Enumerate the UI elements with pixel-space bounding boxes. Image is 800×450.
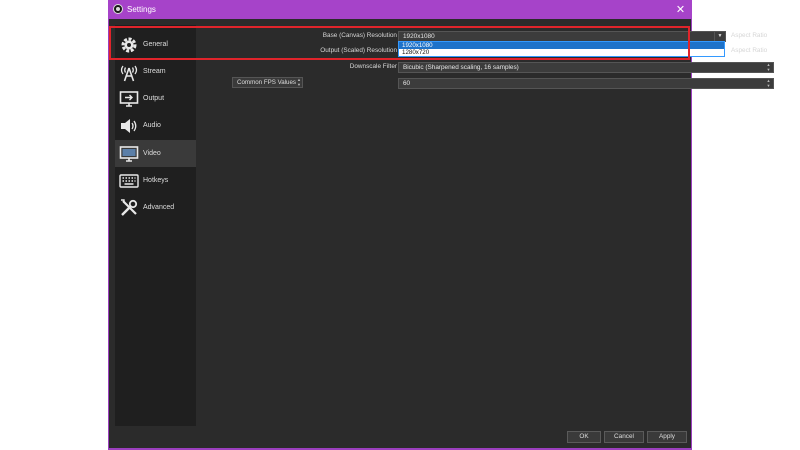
video-settings-panel: Base (Canvas) Resolution 1920x1080 ▼ Asp… [198,25,782,426]
downscale-filter-value: Bicubic (Sharpened scaling, 16 samples) [403,64,519,71]
updown-arrows-icon: ▲ ▼ [766,62,771,72]
downscale-filter-label: Downscale Filter [349,63,397,70]
base-resolution-value: 1920x1080 [403,33,435,40]
base-resolution-label: Base (Canvas) Resolution [322,32,397,39]
dropdown-option-1920x1080[interactable]: 1920x1080 [399,42,724,49]
fps-value-combo[interactable]: 60 ▲ ▼ [398,78,774,89]
ok-button[interactable]: OK [567,431,601,443]
output-resolution-label: Output (Scaled) Resolution [320,47,397,54]
tools-icon [119,198,139,218]
monitor-icon [119,144,139,164]
sidebar-item-label: Video [143,150,161,157]
sidebar: General Stream Output Audio Video Hotkey… [115,25,196,426]
sidebar-item-audio[interactable]: Audio [115,112,196,139]
sidebar-item-stream[interactable]: Stream [115,58,196,85]
output-aspect-ratio: Aspect Ratio 16:9 [731,47,782,54]
downscale-filter-combo[interactable]: Bicubic (Sharpened scaling, 16 samples) … [398,62,774,73]
sidebar-item-output[interactable]: Output [115,85,196,112]
window-title: Settings [127,5,156,14]
sidebar-item-label: Audio [143,122,161,129]
fps-type-selector[interactable]: Common FPS Values ▲ ▼ [232,77,303,88]
sidebar-item-label: Output [143,95,165,102]
sidebar-item-label: Stream [143,68,166,75]
close-icon: ✕ [675,4,686,16]
resolution-dropdown-list: 1920x1080 1280x720 [398,41,725,57]
sidebar-item-hotkeys[interactable]: Hotkeys [115,167,196,194]
updown-arrows-icon: ▲ ▼ [297,77,301,87]
antenna-icon [119,62,139,82]
obs-logo-icon [113,4,123,14]
close-button[interactable]: ✕ [672,1,689,18]
settings-window: Settings ✕ General Stream Output Audio V… [108,0,782,450]
fps-type-label: Common FPS Values [237,79,297,86]
settings-content: General Stream Output Audio Video Hotkey… [109,19,782,448]
monitor-output-icon [119,89,139,109]
fps-value: 60 [403,80,411,87]
base-aspect-ratio: Aspect Ratio 16:9 [731,32,782,39]
gear-icon [119,35,139,55]
sidebar-item-general[interactable]: General [115,31,196,58]
keyboard-icon [119,171,139,191]
speaker-icon [119,116,139,136]
updown-arrows-icon: ▲ ▼ [766,78,771,88]
sidebar-item-label: Advanced [143,204,175,211]
sidebar-item-advanced[interactable]: Advanced [115,194,196,221]
dropdown-option-1280x720[interactable]: 1280x720 [399,49,724,56]
apply-button[interactable]: Apply [647,431,687,443]
cancel-button[interactable]: Cancel [604,431,644,443]
sidebar-item-label: General [143,41,168,48]
sidebar-item-video[interactable]: Video [115,140,196,167]
sidebar-item-label: Hotkeys [143,177,169,184]
title-bar: Settings ✕ [108,0,692,19]
chevron-down-icon[interactable]: ▼ [714,32,725,41]
